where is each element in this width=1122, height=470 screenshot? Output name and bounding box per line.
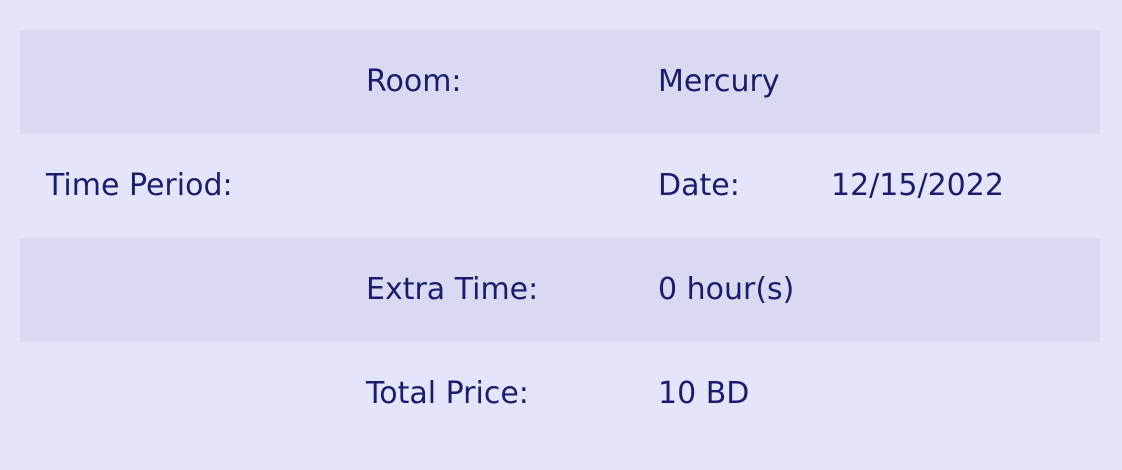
date-label: Date: xyxy=(658,168,740,203)
total-price-value: 10 BD xyxy=(658,376,750,411)
total-price-label: Total Price: xyxy=(366,376,529,411)
room-value: Mercury xyxy=(658,64,780,99)
table-row-extra-time: Extra Time: 0 hour(s) xyxy=(20,238,1100,342)
booking-summary-table: Room: Mercury Time Period: Date: 12/15/2… xyxy=(20,30,1100,446)
table-row-total-price: Total Price: 10 BD xyxy=(20,342,1100,446)
date-value: 12/15/2022 xyxy=(831,168,1004,203)
room-label: Room: xyxy=(366,64,462,99)
extra-time-value: 0 hour(s) xyxy=(658,272,795,307)
extra-time-label: Extra Time: xyxy=(366,272,539,307)
table-row-time-period: Time Period: Date: 12/15/2022 xyxy=(20,134,1100,238)
time-period-label: Time Period: xyxy=(46,168,233,203)
table-row-room: Room: Mercury xyxy=(20,30,1100,134)
